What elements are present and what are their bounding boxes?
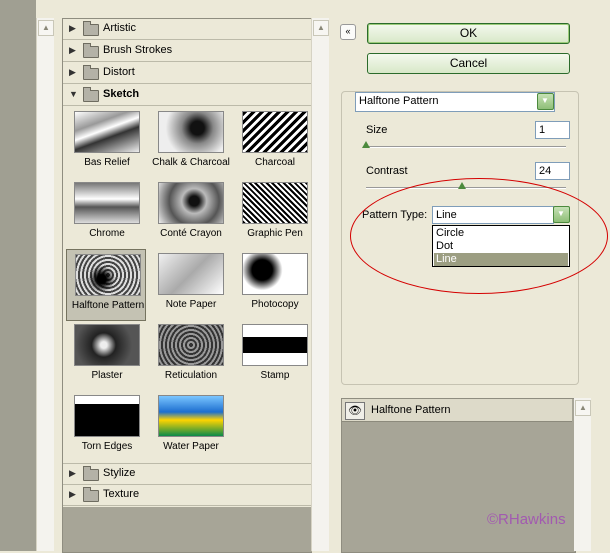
filter-preview-image — [74, 111, 140, 153]
filter-thumb-torn-edges[interactable]: Torn Edges — [66, 391, 144, 461]
filter-thumb-label: Chalk & Charcoal — [152, 157, 230, 168]
filter-preview-image — [158, 324, 224, 366]
filter-gallery: ▶ Artistic ▶ Brush Strokes ▶ Distort ▼ S… — [62, 18, 312, 553]
filter-preview-image — [158, 182, 224, 224]
filter-thumb-label: Chrome — [89, 228, 125, 239]
filter-preview-image — [158, 111, 224, 153]
gallery-scrollbar[interactable]: ▲ — [311, 18, 329, 551]
filter-thumb-graphic-pen[interactable]: Graphic Pen — [234, 178, 312, 248]
filter-preview-image — [158, 253, 224, 295]
category-label: Texture — [103, 488, 140, 500]
filter-thumb-label: Stamp — [260, 370, 290, 381]
filter-preview-image — [242, 111, 308, 153]
contrast-label: Contrast — [366, 165, 408, 177]
effect-layer-name: Halftone Pattern — [371, 404, 451, 416]
cancel-button[interactable]: Cancel — [367, 53, 570, 74]
filter-thumb-chalk-charcoal[interactable]: Chalk & Charcoal — [150, 107, 230, 177]
ok-button[interactable]: OK — [367, 23, 570, 44]
filter-preview-image — [242, 182, 308, 224]
category-stylize[interactable]: ▶ Stylize — [63, 463, 312, 485]
filter-select[interactable]: Halftone Pattern — [355, 92, 555, 112]
collapse-arrow-icon[interactable]: ▼ — [69, 89, 78, 99]
filter-thumb-label: Note Paper — [165, 299, 217, 310]
folder-icon — [83, 487, 99, 502]
filter-thumb-reticulation[interactable]: Reticulation — [150, 320, 228, 390]
filter-thumb-label: Conté Crayon — [160, 228, 222, 239]
filter-thumb-halftone-pattern[interactable]: Halftone Pattern — [66, 249, 146, 321]
folder-icon — [83, 466, 99, 481]
preview-canvas[interactable] — [0, 0, 36, 551]
category-artistic[interactable]: ▶ Artistic — [63, 19, 312, 40]
filter-thumb-label: Plaster — [91, 370, 123, 381]
folder-icon — [83, 65, 99, 80]
filter-thumb-label: Graphic Pen — [247, 228, 303, 239]
filter-thumb-bas-relief[interactable]: Bas Relief — [66, 107, 144, 177]
filter-thumb-label: Bas Relief — [84, 157, 130, 168]
expand-arrow-icon[interactable]: ▶ — [69, 23, 76, 34]
filter-preview-image — [74, 324, 140, 366]
filter-thumb-stamp[interactable]: Stamp — [234, 320, 312, 390]
expand-arrow-icon[interactable]: ▶ — [69, 489, 76, 500]
category-label: Distort — [103, 66, 135, 78]
size-slider-knob[interactable] — [362, 141, 370, 148]
size-input[interactable]: 1 — [535, 121, 570, 139]
filter-thumb-water-paper[interactable]: Water Paper — [150, 391, 228, 461]
filter-thumb-label: Charcoal — [254, 157, 296, 168]
filter-thumb-label: Reticulation — [164, 370, 218, 381]
filter-thumb-plaster[interactable]: Plaster — [66, 320, 144, 390]
preview-scrollbar[interactable]: ▲ — [36, 18, 54, 551]
size-label: Size — [366, 124, 388, 136]
category-brush-strokes[interactable]: ▶ Brush Strokes — [63, 41, 312, 62]
filter-thumb-label: Torn Edges — [81, 441, 133, 452]
credit-watermark: ©RHawkins — [487, 511, 566, 528]
scroll-up-icon[interactable]: ▲ — [313, 20, 329, 36]
filter-thumb-chrome[interactable]: Chrome — [66, 178, 144, 248]
gallery-empty-area — [63, 507, 312, 552]
scroll-up-icon[interactable]: ▲ — [38, 20, 54, 36]
filter-preview-image — [242, 253, 308, 295]
filter-thumb-note-paper[interactable]: Note Paper — [150, 249, 228, 319]
filter-preview-image — [242, 324, 308, 366]
folder-open-icon — [83, 87, 99, 102]
filter-thumb-label: Halftone Pattern — [71, 300, 145, 311]
folder-icon — [83, 21, 99, 36]
category-label: Sketch — [103, 88, 140, 100]
category-label: Brush Strokes — [103, 44, 173, 56]
category-label: Stylize — [103, 467, 136, 479]
filter-select-dropdown-icon[interactable]: ▼ — [537, 93, 554, 110]
category-texture[interactable]: ▶ Texture — [63, 485, 312, 506]
eye-icon[interactable]: 👁 — [345, 402, 365, 420]
filter-preview-image — [158, 395, 224, 437]
expand-arrow-icon[interactable]: ▶ — [69, 67, 76, 78]
filter-thumb-label: Photocopy — [251, 299, 299, 310]
filter-thumb-label: Water Paper — [163, 441, 219, 452]
category-sketch[interactable]: ▼ Sketch — [63, 85, 312, 106]
layers-scrollbar[interactable]: ▲ — [574, 398, 591, 551]
collapse-gallery-button[interactable]: « — [340, 24, 356, 40]
size-slider-track[interactable] — [366, 146, 566, 148]
folder-icon — [83, 43, 99, 58]
filter-thumb-photocopy[interactable]: Photocopy — [234, 249, 312, 319]
filter-thumb-charcoal[interactable]: Charcoal — [234, 107, 312, 177]
contrast-input[interactable]: 24 — [535, 162, 570, 180]
filter-preview-image — [74, 182, 140, 224]
filter-select-value: Halftone Pattern — [359, 95, 439, 107]
annotation-circle — [350, 178, 608, 294]
expand-arrow-icon[interactable]: ▶ — [69, 468, 76, 479]
filter-preview-image — [74, 395, 140, 437]
category-label: Artistic — [103, 22, 136, 34]
expand-arrow-icon[interactable]: ▶ — [69, 45, 76, 56]
category-distort[interactable]: ▶ Distort — [63, 63, 312, 84]
filter-thumb-cont-crayon[interactable]: Conté Crayon — [150, 178, 228, 248]
scroll-up-icon[interactable]: ▲ — [575, 400, 591, 416]
filter-preview-image — [75, 254, 141, 296]
